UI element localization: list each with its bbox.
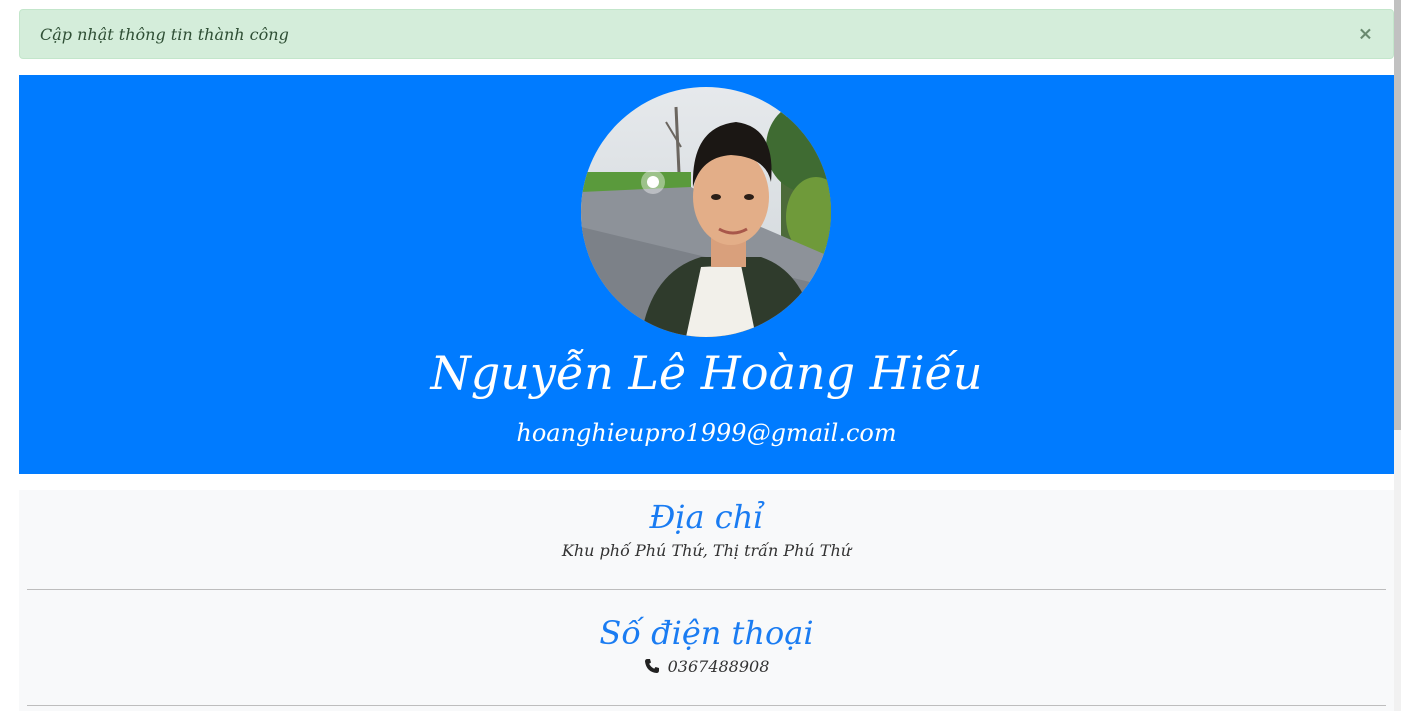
divider [27,705,1386,706]
success-alert: Cập nhật thông tin thành công × [19,9,1394,59]
profile-photo-icon [581,87,831,337]
profile-page: Cập nhật thông tin thành công × Nguyễn L… [0,0,1401,711]
profile-name: Nguyễn Lê Hoàng Hiếu [430,346,983,400]
scrollbar-thumb[interactable] [1394,0,1401,430]
address-value: Khu phố Phú Thứ, Thị trấn Phú Thứ [561,541,852,560]
phone-icon [644,657,660,681]
profile-header: Nguyễn Lê Hoàng Hiếu hoanghieupro1999@gm… [19,75,1394,474]
alert-close-button[interactable]: × [1358,24,1373,45]
address-section: Địa chỉ Khu phố Phú Thứ, Thị trấn Phú Th… [19,495,1394,563]
phone-value: 0367488908 [667,657,770,676]
address-heading: Địa chỉ [649,498,764,536]
alert-message: Cập nhật thông tin thành công [40,24,289,44]
phone-line: 0367488908 [19,655,1394,681]
avatar [581,87,831,337]
divider [27,589,1386,590]
phone-section: Số điện thoại 0367488908 [19,611,1394,681]
profile-email: hoanghieupro1999@gmail.com [516,419,897,447]
profile-details: Địa chỉ Khu phố Phú Thứ, Thị trấn Phú Th… [19,490,1394,711]
phone-heading: Số điện thoại [599,614,814,652]
